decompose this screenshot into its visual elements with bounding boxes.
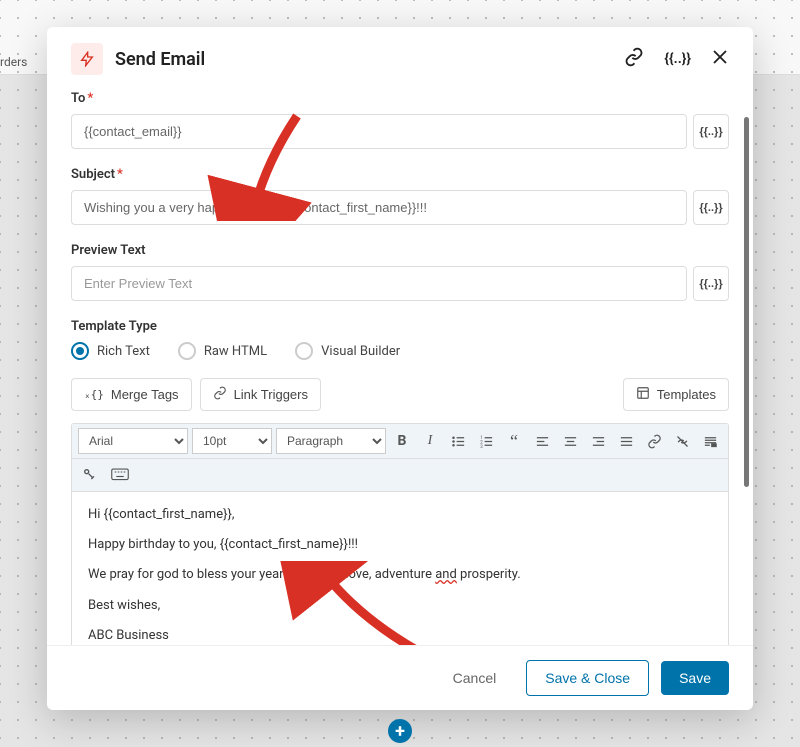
- bullet-list-icon[interactable]: [446, 429, 470, 453]
- radio-rich-text[interactable]: Rich Text: [71, 342, 150, 360]
- more-formatting-icon[interactable]: [698, 429, 722, 453]
- templates-button[interactable]: Templates: [623, 378, 729, 411]
- preview-text-label: Preview Text: [71, 243, 729, 258]
- link-triggers-icon: [213, 386, 227, 403]
- link-triggers-button[interactable]: Link Triggers: [200, 378, 321, 411]
- quote-icon[interactable]: “: [502, 429, 526, 453]
- font-size-select[interactable]: 10pt: [192, 428, 272, 454]
- paragraph-select[interactable]: Paragraph: [276, 428, 386, 454]
- to-input[interactable]: [71, 114, 687, 149]
- unlink-icon[interactable]: [670, 429, 694, 453]
- numbered-list-icon[interactable]: 123: [474, 429, 498, 453]
- modal-title: Send Email: [115, 49, 624, 70]
- subject-label: Subject*: [71, 167, 729, 182]
- align-right-icon[interactable]: [586, 429, 610, 453]
- align-left-icon[interactable]: [530, 429, 554, 453]
- add-step-button[interactable]: +: [388, 719, 412, 743]
- cancel-button[interactable]: Cancel: [435, 661, 515, 695]
- close-icon[interactable]: [711, 48, 729, 70]
- templates-icon: [636, 386, 650, 403]
- italic-icon[interactable]: I: [418, 429, 442, 453]
- to-merge-button[interactable]: {{..}}: [693, 114, 729, 149]
- modal-body: To* {{..}} Subject* {{..}} Preview Text …: [47, 91, 753, 645]
- scrollbar[interactable]: [744, 117, 749, 487]
- save-button[interactable]: Save: [661, 661, 729, 695]
- to-label: To*: [71, 91, 729, 106]
- send-email-modal: Send Email {{..}} To* {{..}} Subject* {{…: [47, 27, 753, 710]
- preview-text-input[interactable]: [71, 266, 687, 301]
- template-type-label: Template Type: [71, 319, 729, 334]
- merge-tags-glyph-icon: ₓ{}: [84, 388, 104, 401]
- bolt-icon: [71, 43, 103, 75]
- bold-icon[interactable]: B: [390, 429, 414, 453]
- insert-link-icon[interactable]: [642, 429, 666, 453]
- source-code-icon[interactable]: [78, 463, 102, 487]
- merge-tags-button[interactable]: ₓ{}Merge Tags: [71, 378, 192, 411]
- svg-text:3: 3: [480, 444, 483, 448]
- rich-text-editor: Arial 10pt Paragraph B I 123 “: [71, 423, 729, 645]
- link-icon[interactable]: [624, 47, 644, 71]
- keyboard-icon[interactable]: [108, 463, 132, 487]
- subject-input[interactable]: [71, 190, 687, 225]
- preview-merge-button[interactable]: {{..}}: [693, 266, 729, 301]
- align-center-icon[interactable]: [558, 429, 582, 453]
- modal-header: Send Email {{..}}: [47, 27, 753, 91]
- merge-tags-icon[interactable]: {{..}}: [664, 51, 691, 67]
- align-justify-icon[interactable]: [614, 429, 638, 453]
- font-family-select[interactable]: Arial: [78, 428, 188, 454]
- subject-merge-button[interactable]: {{..}}: [693, 190, 729, 225]
- save-close-button[interactable]: Save & Close: [526, 660, 649, 696]
- editor-body[interactable]: Hi {{contact_first_name}}, Happy birthda…: [72, 492, 728, 645]
- radio-visual-builder[interactable]: Visual Builder: [295, 342, 400, 360]
- modal-footer: Cancel Save & Close Save: [47, 645, 753, 710]
- radio-raw-html[interactable]: Raw HTML: [178, 342, 267, 360]
